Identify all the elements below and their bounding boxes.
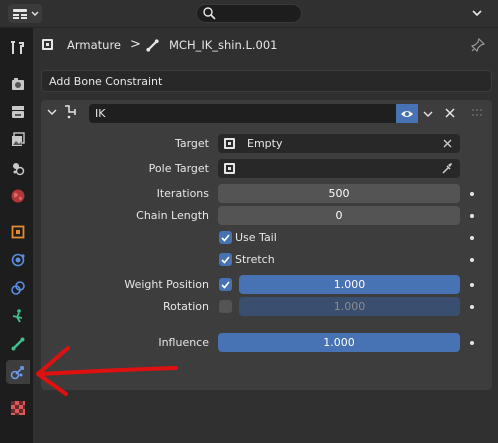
add-bone-constraint-dropdown[interactable]: Add Bone Constraint [41, 70, 492, 92]
stretch-checkbox[interactable] [219, 253, 232, 266]
influence-label: Influence [158, 336, 209, 349]
visibility-toggle[interactable] [396, 104, 418, 123]
clear-x-icon[interactable] [443, 139, 452, 148]
world-icon [11, 189, 25, 203]
breadcrumb-object-name: Armature [67, 38, 121, 52]
editor-type-button[interactable] [8, 4, 42, 23]
animate-property-dot[interactable] [470, 305, 474, 309]
bone-icon [11, 337, 25, 351]
scene-icon [13, 163, 25, 176]
use-tail-label: Use Tail [235, 231, 277, 244]
properties-header-bar [0, 0, 498, 28]
animate-property-dot[interactable] [470, 236, 474, 240]
tab-view-layer[interactable] [6, 128, 30, 152]
tab-object-constraints[interactable] [6, 276, 30, 300]
influence-value: 1.000 [323, 336, 355, 349]
target-label: Target [174, 137, 209, 150]
tab-modifiers[interactable] [6, 248, 30, 272]
pin-icon[interactable] [471, 38, 485, 52]
options-chevron-icon[interactable] [470, 6, 484, 20]
rotation-weight-slider[interactable]: 1.000 [239, 297, 460, 316]
use-tail-checkbox[interactable] [219, 231, 232, 244]
breadcrumb: Armature > MCH_IK_shin.L.001 [33, 28, 498, 64]
rotation-checkbox[interactable] [219, 300, 232, 313]
object-icon [224, 163, 235, 174]
armature-data-icon [12, 309, 23, 323]
animate-property-dot[interactable] [470, 283, 474, 287]
rotation-label: Rotation [162, 300, 209, 313]
tab-output[interactable] [6, 100, 30, 124]
iterations-field[interactable]: 500 [218, 184, 460, 203]
collapse-chevron-icon[interactable] [47, 108, 57, 116]
tab-render[interactable] [6, 72, 30, 96]
breadcrumb-bone-name: MCH_IK_shin.L.001 [169, 38, 278, 52]
search-icon [203, 7, 216, 20]
checkmark-icon [221, 280, 230, 289]
influence-slider[interactable]: 1.000 [218, 333, 460, 352]
tab-bone-constraints[interactable] [6, 360, 30, 384]
empty-object-icon [224, 138, 235, 149]
texture-checker-icon [11, 401, 25, 415]
constraint-name-field[interactable]: IK [89, 104, 396, 123]
tab-tool[interactable] [6, 36, 30, 60]
object-icon [11, 225, 25, 239]
armature-object-icon [42, 39, 53, 50]
tab-bone[interactable] [6, 332, 30, 356]
close-icon[interactable] [445, 108, 455, 118]
ik-constraint-panel: IK Target Empty Pole Target Iterations 5… [41, 100, 492, 390]
checkmark-icon [221, 255, 230, 264]
bone-icon [146, 39, 159, 52]
constraint-name: IK [95, 107, 106, 120]
target-value: Empty [247, 137, 283, 150]
weight-position-checkbox[interactable] [219, 278, 232, 291]
properties-editor-icon [12, 8, 27, 19]
tab-data[interactable] [6, 304, 30, 328]
iterations-label: Iterations [156, 187, 209, 200]
eye-icon [401, 110, 413, 117]
animate-property-dot[interactable] [470, 341, 474, 345]
iterations-value: 500 [328, 187, 350, 200]
pole-target-field[interactable] [218, 159, 460, 178]
search-input[interactable] [196, 4, 302, 23]
stretch-label: Stretch [235, 253, 275, 266]
render-camera-icon [12, 78, 24, 90]
chain-length-field[interactable]: 0 [218, 206, 460, 225]
weight-position-value: 1.000 [333, 278, 366, 291]
tool-icon [11, 41, 24, 54]
tab-world[interactable] [6, 184, 30, 208]
physics-icon [11, 253, 25, 267]
pole-target-label: Pole Target [148, 162, 209, 175]
ik-constraint-icon [65, 105, 76, 119]
animate-property-dot[interactable] [470, 192, 474, 196]
properties-tab-sidebar [0, 28, 33, 443]
bone-constraint-icon [10, 366, 24, 380]
weight-position-slider[interactable]: 1.000 [239, 275, 460, 294]
weight-position-label: Weight Position [124, 278, 209, 291]
drag-handle-icon[interactable] [471, 108, 483, 118]
checkmark-icon [221, 233, 230, 242]
properties-main-panel: Armature > MCH_IK_shin.L.001 Add Bone Co… [33, 28, 498, 443]
object-constraint-icon [11, 281, 25, 295]
add-bone-constraint-label: Add Bone Constraint [49, 74, 163, 88]
tab-object[interactable] [6, 220, 30, 244]
target-field[interactable]: Empty [218, 134, 460, 153]
breadcrumb-separator: > [130, 37, 141, 52]
view-layer-icon [12, 132, 25, 146]
eyedropper-icon[interactable] [441, 162, 453, 175]
tab-texture[interactable] [6, 396, 30, 420]
output-printer-icon [12, 106, 24, 118]
rotation-value: 1.000 [333, 300, 366, 313]
animate-property-dot[interactable] [470, 258, 474, 262]
constraint-menu-chevron-icon[interactable] [423, 110, 433, 118]
chain-length-value: 0 [335, 209, 343, 222]
chain-length-label: Chain Length [136, 209, 209, 222]
tab-scene[interactable] [6, 156, 30, 180]
chevron-down-icon [31, 11, 38, 16]
animate-property-dot[interactable] [470, 214, 474, 218]
